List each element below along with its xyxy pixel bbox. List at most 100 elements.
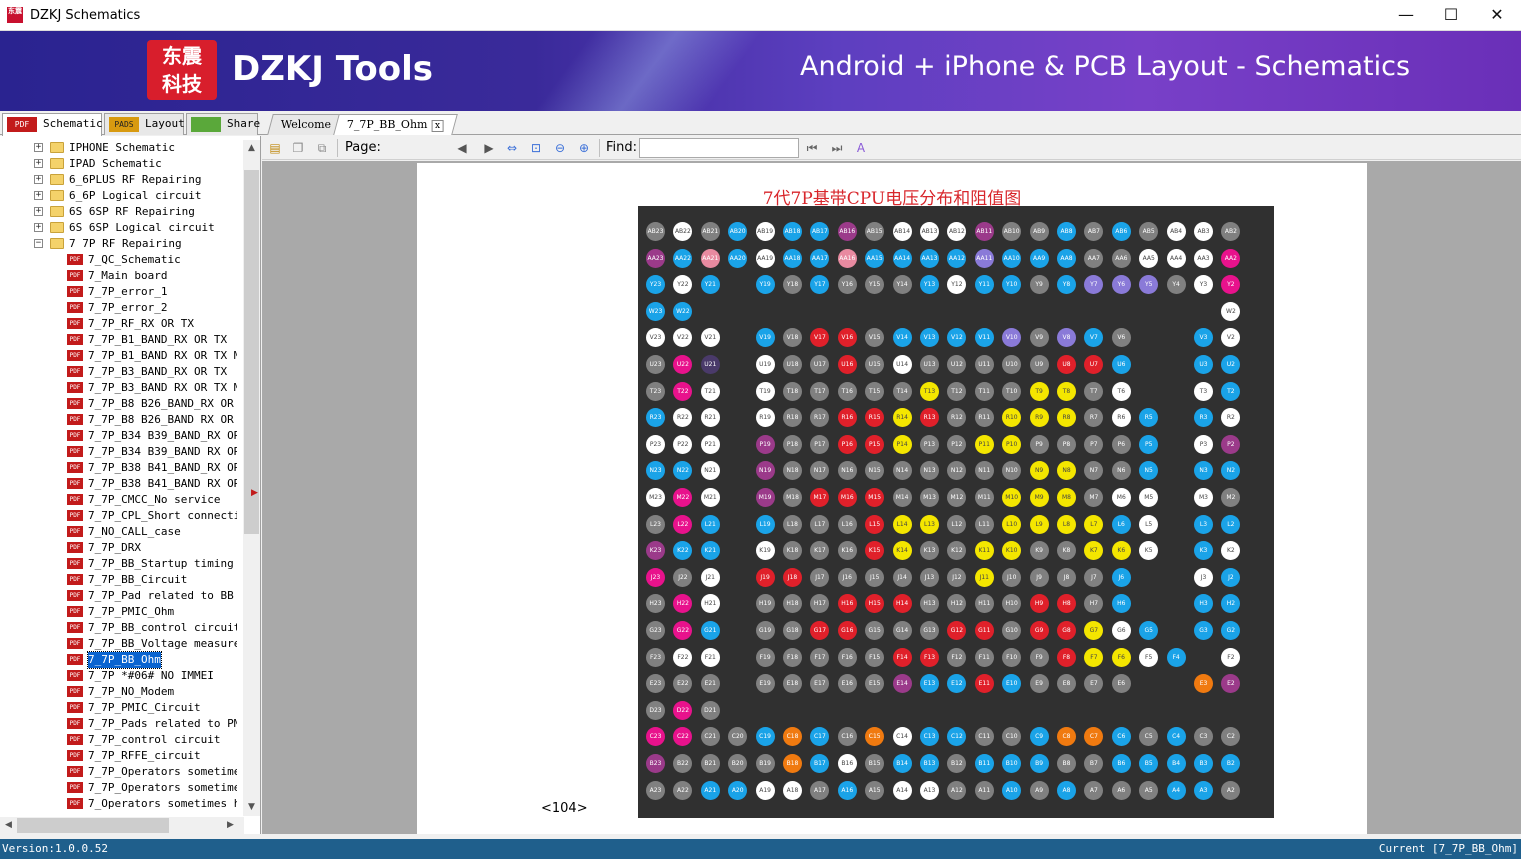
bga-pin: Y18	[783, 275, 802, 295]
tree-file[interactable]: PDF 7_NO_CALL_case	[0, 524, 237, 540]
tree-file[interactable]: PDF 7_7P_DRX	[0, 540, 237, 556]
close-button[interactable]: ✕	[1474, 0, 1520, 30]
scroll-up-icon[interactable]: ▲	[243, 140, 260, 157]
tree-file[interactable]: PDF 7_7P_RFFE_circuit	[0, 748, 237, 764]
tree-file[interactable]: PDF 7_7P_BB_Voltage measureme	[0, 636, 237, 652]
tree-file[interactable]: PDF 7_7P *#06# NO IMMEI	[0, 668, 237, 684]
scroll-thumb[interactable]	[17, 818, 169, 833]
highlight-text-icon[interactable]: A	[852, 139, 870, 157]
bga-pin: W22	[673, 301, 693, 321]
tab-7-7p-bb-ohm[interactable]: 7_7P_BB_Ohm x	[333, 114, 458, 135]
maximize-button[interactable]: ☐	[1428, 0, 1474, 30]
tree-folder[interactable]: +6_6PLUS RF Repairing	[0, 172, 237, 188]
collapse-icon[interactable]: −	[34, 239, 43, 248]
tree-file[interactable]: PDF 7_7P_BB_control circuit	[0, 620, 237, 636]
scroll-thumb[interactable]	[244, 170, 259, 534]
tree-horizontal-scrollbar[interactable]: ◀ ▶	[0, 817, 244, 834]
folder-icon	[50, 222, 64, 233]
tree-folder[interactable]: +6S 6SP RF Repairing	[0, 204, 237, 220]
tree-file[interactable]: PDF 7_7P_RF_RX OR TX	[0, 316, 237, 332]
tree-folder[interactable]: +6_6P Logical circuit	[0, 188, 237, 204]
panel-collapse-icon[interactable]: ▶	[251, 488, 259, 500]
tree-file-label: 7_QC_Schematic	[88, 253, 181, 266]
minimize-button[interactable]: —	[1383, 0, 1429, 30]
scroll-left-icon[interactable]: ◀	[0, 817, 17, 834]
tree-file[interactable]: PDF 7_7P_B34 B39_BAND RX OR T	[0, 444, 237, 460]
bga-pin: F18	[783, 647, 802, 667]
fit-width-icon[interactable]: ⇔	[503, 139, 521, 157]
expand-icon[interactable]: +	[34, 223, 43, 232]
tree-file[interactable]: PDF 7_7P_error_2	[0, 300, 237, 316]
tree-file[interactable]: PDF 7_7P_BB_Ohm	[0, 651, 237, 669]
bga-pin: A18	[783, 780, 802, 800]
expand-icon[interactable]: +	[34, 143, 43, 152]
tree-folder[interactable]: − 7 7P RF Repairing	[0, 236, 237, 252]
bga-pin: AA19	[755, 248, 775, 268]
tree-file[interactable]: PDF 7_7P_BB_Startup timing	[0, 556, 237, 572]
tree-file[interactable]: PDF 7_7P_PMIC_Circuit	[0, 700, 237, 716]
tree-file[interactable]: PDF 7_7P_B3_BAND RX OR TX Mai	[0, 380, 237, 396]
bga-pin: C19	[755, 727, 775, 747]
tree-folder[interactable]: + IPAD Schematic	[0, 156, 237, 172]
find-previous-icon[interactable]: ⏮	[803, 139, 821, 157]
bga-pin: N9	[1029, 461, 1049, 481]
tree-file[interactable]: PDF 7_7P_B8 B26_BAND RX OR T	[0, 412, 237, 428]
bga-pin: U17	[810, 355, 830, 374]
bga-pin: F4	[1166, 647, 1186, 667]
tree-file[interactable]: PDF 7_7P_B1_BAND_RX OR TX	[0, 332, 237, 348]
bga-pin: AA14	[892, 248, 912, 268]
previous-page-icon[interactable]: ◀	[453, 139, 471, 157]
open-file-icon[interactable]: ▤	[266, 139, 284, 157]
tree-file[interactable]: PDF 7_7P_control circuit	[0, 732, 237, 748]
tree-file[interactable]: PDF 7_7P_NO_Modem	[0, 684, 237, 700]
tab-schematic[interactable]: PDF Schematic	[2, 113, 103, 136]
scroll-right-icon[interactable]: ▶	[222, 817, 239, 834]
fit-page-icon[interactable]: ⊡	[527, 139, 545, 157]
zoom-out-icon[interactable]: ⊖	[551, 139, 569, 157]
tree-file[interactable]: PDF 7_7P_CMCC_No service	[0, 492, 237, 508]
tree-file[interactable]: PDF 7_7P_B38 B41_BAND RX OR T	[0, 476, 237, 492]
bga-pin: U18	[783, 355, 802, 374]
tree-file[interactable]: PDF 7_7P_B34 B39_BAND_RX OR T	[0, 428, 237, 444]
document-viewer[interactable]: 7代7P基带CPU电压分布和阻值图 AB23 AB22 AB21 AB20 AB19 AB…	[262, 161, 1521, 834]
pages-icon[interactable]: ⧉	[313, 139, 331, 157]
tree-file[interactable]: PDF 7_7P_Pads related to PMIC	[0, 716, 237, 732]
find-next-icon[interactable]: ⏭	[828, 139, 846, 157]
zoom-in-icon[interactable]: ⊕	[575, 139, 593, 157]
expand-icon[interactable]: +	[34, 175, 43, 184]
tree-file[interactable]: PDF 7_7P_PMIC_Ohm	[0, 604, 237, 620]
tree-folder[interactable]: +6S 6SP Logical circuit	[0, 220, 237, 236]
close-tab-icon[interactable]: x	[431, 120, 444, 132]
expand-icon[interactable]: +	[34, 191, 43, 200]
tree-file[interactable]: PDF 7_7P_Pad related to BB ar	[0, 588, 237, 604]
tree-file[interactable]: PDF 7_Main board	[0, 268, 237, 284]
tree-file[interactable]: PDF 7_QC_Schematic	[0, 252, 237, 268]
tree-file[interactable]: PDF 7_7P_BB_Circuit	[0, 572, 237, 588]
tree-file[interactable]: PDF 7_7P_Operators sometimes	[0, 764, 237, 780]
tree-folder[interactable]: + IPHONE Schematic	[0, 140, 237, 156]
tree-vertical-scrollbar[interactable]: ▲ ▼	[243, 140, 260, 816]
tab-share[interactable]: Share	[186, 113, 260, 135]
tree-file[interactable]: PDF 7_7P_B3_BAND_RX OR TX	[0, 364, 237, 380]
scroll-down-icon[interactable]: ▼	[243, 799, 260, 816]
expand-icon[interactable]: +	[34, 159, 43, 168]
copy-icon[interactable]: ❐	[289, 139, 307, 157]
bga-pin: V8	[1057, 328, 1076, 348]
tree-file[interactable]: PDF 7_7P_Operators sometimes	[0, 780, 237, 796]
tree-file[interactable]: PDF 7_Operators sometimes hav	[0, 796, 237, 812]
pdf-icon: PDF	[67, 734, 83, 745]
bga-pin: F13	[920, 647, 939, 667]
tree-file[interactable]: PDF 7_7P_CPL_Short connectio	[0, 508, 237, 524]
tree-file[interactable]: PDF 7_7P_error_1	[0, 284, 237, 300]
tree-file[interactable]: PDF 7_7P_B8 B26_BAND_RX OR T	[0, 396, 237, 412]
tree-file[interactable]: PDF 7_7P_B38 B41_BAND_RX OR T	[0, 460, 237, 476]
tab-layout[interactable]: PADS Layout	[104, 113, 185, 135]
pdf-icon: PDF	[67, 494, 83, 505]
expand-icon[interactable]: +	[34, 207, 43, 216]
bga-pin: M10	[1002, 488, 1022, 507]
next-page-icon[interactable]: ▶	[480, 139, 498, 157]
find-input[interactable]	[639, 138, 799, 158]
bga-pin: C20	[728, 727, 748, 747]
tree-file[interactable]: PDF 7_7P_B1_BAND RX OR TX Mai	[0, 348, 237, 364]
tree-file-label: 7_7P_Operators sometimes	[88, 765, 237, 778]
